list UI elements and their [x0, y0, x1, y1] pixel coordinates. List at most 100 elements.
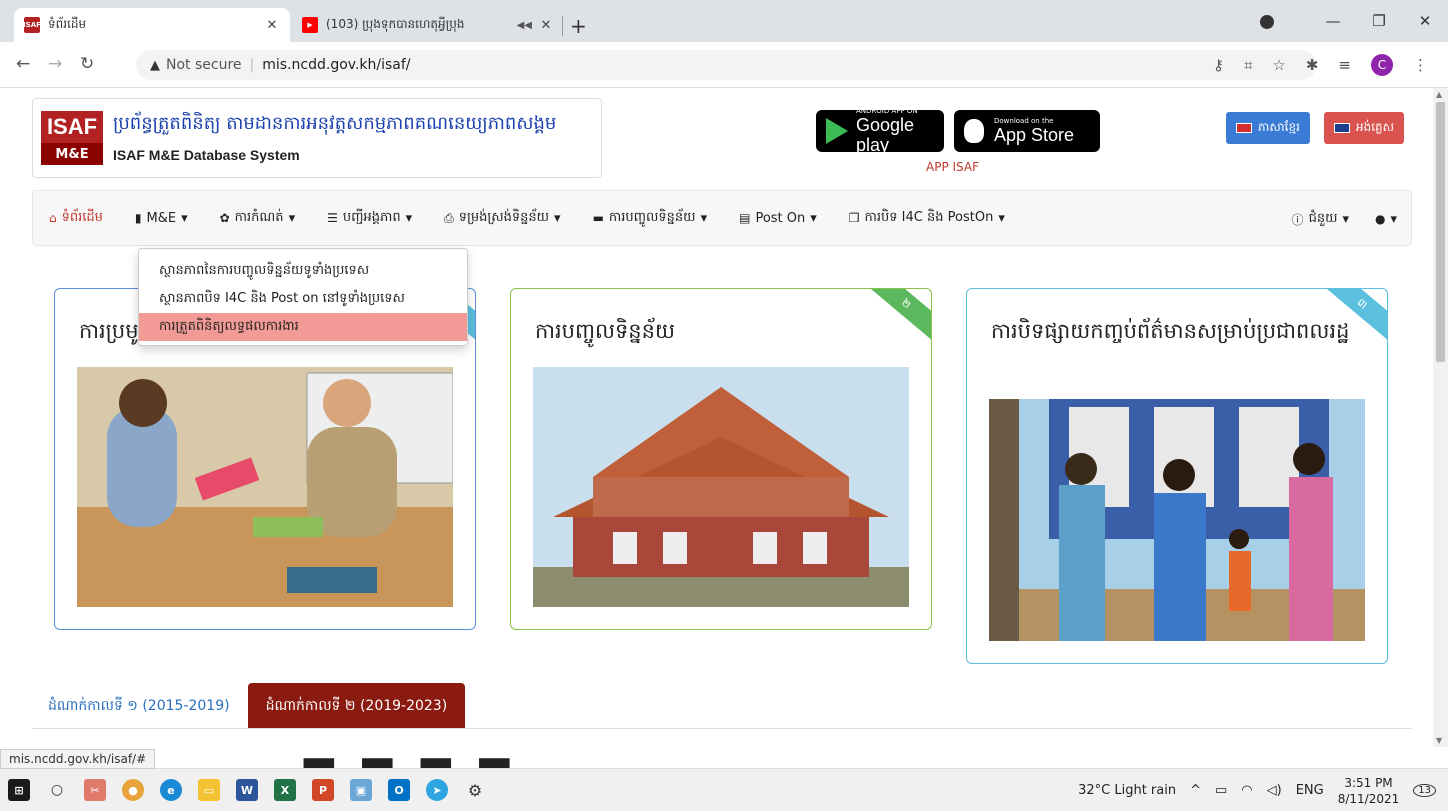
photos-icon[interactable]: ▣ [350, 779, 372, 801]
site-subtitle: ISAF M&E Database System [113, 147, 300, 163]
browser-tab-home[interactable]: ISAF ទំព័រដើម ✕ [14, 8, 290, 42]
uk-flag-icon [1334, 123, 1350, 133]
app-store-button[interactable]: Download on the App Store [954, 110, 1100, 152]
caret-down-icon: ▾ [810, 210, 817, 226]
url-text[interactable]: mis.ncdd.gov.kh/isaf/ [262, 57, 410, 73]
tab-title: ទំព័រដើម [48, 17, 87, 31]
tab-period-1[interactable]: ដំណាក់កាលទី ១ (2015-2019) [30, 683, 248, 729]
nav-user[interactable]: ● ▾ [1375, 212, 1397, 227]
telegram-icon[interactable]: ➤ [426, 779, 448, 801]
isaf-logo-mark: ISAF M&E [41, 111, 103, 165]
google-play-button[interactable]: ANDROID APP ON Google play [816, 107, 944, 155]
nav-units[interactable]: ☰ បញ្ជីអង្គភាព ▾ [327, 209, 412, 228]
bar-chart-icon: ▮ [134, 211, 142, 225]
excel-icon[interactable]: X [274, 779, 296, 801]
browser-toolbar: ← → ↻ ▲ Not secure | mis.ncdd.gov.kh/isa… [0, 42, 1448, 88]
close-window-icon[interactable]: ✕ [1402, 12, 1448, 30]
address-bar[interactable]: ▲ Not secure | mis.ncdd.gov.kh/isaf/ [136, 50, 1316, 80]
toolbar-icons: ⚷ ⌗ ☆ ✱ ≡ C ⋮ [1213, 54, 1428, 76]
nav-help[interactable]: ⓘ ជំនួយ ▾ [1292, 210, 1349, 229]
card-publication[interactable]: ៣ ការបិទផ្សាយកញ្ចប់ព័ត៌មានសម្រាប់ប្រជាពល… [966, 288, 1388, 664]
close-tab-icon[interactable]: ✕ [538, 18, 554, 33]
scroll-up-icon[interactable]: ▲ [1436, 90, 1442, 99]
card-data-entry[interactable]: ២ ការបញ្ចូលទិន្នន័យ [510, 288, 932, 630]
weather-text[interactable]: 32°C Light rain [1078, 783, 1176, 798]
dropdown-item-i4c-status[interactable]: ស្ថានភាពបិទ I4C និង Post on នៅទូទាំងប្រទ… [139, 285, 467, 313]
file-explorer-icon[interactable]: ▭ [198, 779, 220, 801]
noticeboard-illustration [989, 399, 1365, 641]
caret-down-icon: ▾ [1390, 211, 1397, 227]
nav-label: ការបិទ I4C និង PostOn [864, 209, 994, 225]
clock[interactable]: 3:51 PM 8/11/2021 [1338, 775, 1400, 807]
chevron-up-icon[interactable]: ^ [1190, 783, 1201, 798]
page-scrollbar[interactable]: ▲ ▼ [1433, 88, 1448, 747]
nav-settings[interactable]: ✿ ការកំណត់ ▾ [220, 209, 295, 228]
printer-icon: ⎙ [444, 210, 454, 225]
extensions-icon[interactable]: ✱ [1306, 56, 1319, 74]
lang-english-button[interactable]: អង់គ្លេស [1324, 112, 1405, 144]
nav-home[interactable]: ⌂ ទំព័រដើម [49, 209, 103, 228]
dropdown-item-data-entry-status[interactable]: ស្ថានភាពនៃការបញ្ចូលទិន្នន័យទូទាំងប្រទេស [139, 257, 467, 285]
key-icon[interactable]: ⚷ [1213, 56, 1224, 74]
caret-down-icon: ▾ [405, 210, 413, 226]
nav-data-entry[interactable]: ▬ ការបញ្ចូលទិន្នន័យ ▾ [593, 209, 708, 228]
system-tray: 32°C Light rain ^ ▭ ◠ ◁) ENG 3:51 PM 8/1… [1078, 769, 1448, 811]
meeting-illustration [77, 367, 454, 607]
edge-icon[interactable]: e [160, 779, 182, 801]
menu-icon[interactable]: ⋮ [1413, 56, 1428, 74]
cambodia-flag-icon [1236, 123, 1252, 133]
minimize-icon[interactable]: — [1310, 12, 1356, 30]
wifi-icon[interactable]: ◠ [1241, 783, 1252, 798]
browser-tab-youtube[interactable]: ▶ (103) ប្រុងទុកបានហេតុអ្វីប្រុង ◀◀ ✕ [292, 8, 564, 42]
status-url: mis.ncdd.gov.kh/isaf/# [0, 749, 156, 769]
new-tab-button[interactable]: + [570, 14, 587, 38]
scroll-down-icon[interactable]: ▼ [1436, 736, 1442, 745]
volume-icon[interactable]: ◁) [1267, 783, 1282, 798]
security-label[interactable]: Not secure [166, 57, 242, 73]
nav-forms[interactable]: ⎙ ទម្រង់ស្រង់ទិន្នន័យ ▾ [444, 209, 560, 228]
profile-avatar[interactable]: C [1371, 54, 1393, 76]
nav-i4c-poston[interactable]: ❐ ការបិទ I4C និង PostOn ▾ [849, 209, 1005, 228]
nav-label: ទម្រង់ស្រង់ទិន្នន័យ [458, 209, 550, 225]
search-icon[interactable]: ○ [46, 779, 68, 801]
logo-bottom-text: M&E [41, 143, 103, 165]
settings-gear-icon[interactable]: ⚙ [464, 779, 486, 801]
back-icon[interactable]: ← [16, 54, 30, 74]
reload-icon[interactable]: ↻ [80, 54, 94, 74]
app-store-small: Download on the [994, 117, 1054, 125]
language-indicator[interactable]: ENG [1296, 783, 1324, 798]
forward-icon[interactable]: → [48, 54, 62, 74]
translate-icon[interactable]: ⌗ [1244, 56, 1252, 74]
chrome-icon[interactable]: ● [122, 779, 144, 801]
nav-me[interactable]: ▮ M&E ▾ [135, 211, 188, 226]
profile-indicator-icon[interactable] [1260, 15, 1274, 29]
lang-english-label: អង់គ្លេស [1356, 120, 1395, 134]
period-tabs: ដំណាក់កាលទី ១ (2015-2019) ដំណាក់កាលទី ២ … [30, 682, 466, 730]
star-icon[interactable]: ☆ [1272, 56, 1285, 74]
lang-khmer-button[interactable]: ភាសាខ្មែរ [1226, 112, 1310, 144]
media-icon[interactable]: ≡ [1338, 56, 1351, 74]
site-logo[interactable]: ISAF M&E ប្រព័ន្ធត្រួតពិនិត្យ តាមដានការអ… [32, 98, 602, 178]
dropdown-item-results-monitoring[interactable]: ការត្រួតពិនិត្យលទ្ធផលការងារ [139, 313, 467, 341]
powerpoint-icon[interactable]: P [312, 779, 334, 801]
windows-taskbar: ⊞ ○ ✂ ● e ▭ W X P ▣ O ➤ ⚙ 32°C Light rai… [0, 768, 1448, 811]
snipping-tool-icon[interactable]: ✂ [84, 779, 106, 801]
start-icon[interactable]: ⊞ [8, 779, 30, 801]
google-play-small: ANDROID APP ON [856, 107, 918, 115]
app-isaf-label: APP ISAF [926, 160, 979, 174]
notifications-badge[interactable]: 13 [1413, 784, 1436, 797]
close-tab-icon[interactable]: ✕ [264, 18, 280, 33]
warning-icon[interactable]: ▲ [150, 58, 160, 73]
nav-post-on[interactable]: ▤ Post On ▾ [739, 211, 817, 226]
outlook-icon[interactable]: O [388, 779, 410, 801]
app-store-big: App Store [994, 125, 1075, 145]
tab-title: (103) ប្រុងទុកបានហេតុអ្វីប្រុង [326, 17, 465, 31]
battery-icon[interactable]: ▭ [1215, 783, 1227, 798]
word-icon[interactable]: W [236, 779, 258, 801]
speaker-icon[interactable]: ◀◀ [517, 20, 532, 31]
restore-icon[interactable]: ❐ [1356, 12, 1402, 30]
caret-down-icon: ▾ [998, 210, 1005, 226]
tab-period-2[interactable]: ដំណាក់កាលទី ២ (2019-2023) [247, 683, 466, 729]
scrollbar-thumb[interactable] [1436, 102, 1445, 362]
address-separator: | [249, 57, 255, 73]
